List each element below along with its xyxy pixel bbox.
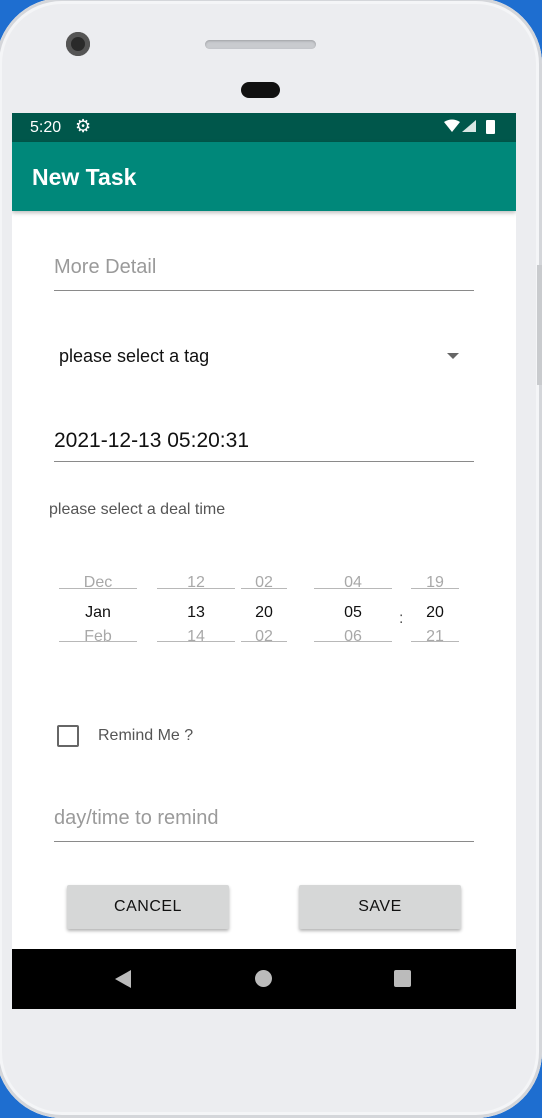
picker-year-current: 20 bbox=[255, 604, 273, 621]
navigation-bar bbox=[12, 949, 516, 1009]
detail-field-container bbox=[54, 256, 474, 291]
detail-input[interactable] bbox=[54, 256, 474, 279]
wifi-icon bbox=[444, 119, 460, 132]
remind-time-input[interactable] bbox=[54, 807, 474, 830]
tag-spinner[interactable]: please select a tag bbox=[54, 337, 474, 377]
proximity-sensor bbox=[241, 82, 280, 98]
picker-minute-current: 20 bbox=[426, 604, 444, 621]
picker-year-column[interactable]: 02 20 02 bbox=[241, 573, 287, 653]
picker-day-current: 13 bbox=[187, 604, 205, 621]
picker-hour-current: 05 bbox=[344, 604, 362, 621]
picker-year-prev[interactable]: 02 bbox=[241, 573, 287, 599]
front-camera bbox=[66, 32, 90, 56]
picker-hour-next[interactable]: 06 bbox=[314, 627, 392, 653]
back-icon[interactable] bbox=[115, 970, 131, 988]
signal-icon bbox=[462, 120, 476, 132]
remind-label[interactable]: Remind Me ? bbox=[98, 727, 193, 745]
picker-month-next[interactable]: Feb bbox=[59, 627, 137, 653]
power-button bbox=[537, 265, 542, 385]
save-button[interactable]: SAVE bbox=[299, 885, 461, 929]
picker-month-column[interactable]: Dec Jan Feb bbox=[59, 573, 137, 653]
earpiece-speaker bbox=[205, 40, 316, 49]
picker-year-next[interactable]: 02 bbox=[241, 627, 287, 653]
picker-hour-column[interactable]: 04 05 06 bbox=[314, 573, 392, 653]
picker-month-prev[interactable]: Dec bbox=[59, 573, 137, 599]
picker-minute-next[interactable]: 21 bbox=[411, 627, 459, 653]
datetime-field[interactable]: 2021-12-13 05:20:31 bbox=[54, 429, 474, 462]
picker-minute-column[interactable]: 19 20 21 bbox=[411, 573, 459, 653]
picker-minute-prev[interactable]: 19 bbox=[411, 573, 459, 599]
cancel-button[interactable]: CANCEL bbox=[67, 885, 229, 929]
screen: 5:20 ⚙ New Task please select a tag 2021… bbox=[12, 113, 516, 1009]
picker-day-next[interactable]: 14 bbox=[157, 627, 235, 653]
deal-time-hint: please select a deal time bbox=[49, 501, 226, 518]
picker-hour-prev[interactable]: 04 bbox=[314, 573, 392, 599]
status-icons bbox=[442, 118, 502, 141]
app-bar: New Task bbox=[12, 142, 516, 211]
remind-field-container bbox=[54, 807, 474, 842]
picker-day-prev[interactable]: 12 bbox=[157, 573, 235, 599]
picker-month-current: Jan bbox=[85, 604, 111, 621]
tag-spinner-value: please select a tag bbox=[59, 346, 210, 366]
home-icon[interactable] bbox=[255, 970, 272, 987]
page-title: New Task bbox=[32, 164, 137, 190]
status-bar: 5:20 ⚙ bbox=[12, 113, 516, 142]
picker-day-column[interactable]: 12 13 14 bbox=[157, 573, 235, 653]
settings-gear-icon: ⚙ bbox=[75, 116, 92, 136]
time-separator: : bbox=[399, 610, 404, 627]
recents-icon[interactable] bbox=[394, 970, 411, 987]
battery-icon bbox=[486, 120, 495, 134]
remind-checkbox[interactable] bbox=[57, 725, 79, 747]
dropdown-arrow-icon bbox=[447, 353, 459, 359]
status-time: 5:20 bbox=[30, 119, 62, 136]
datetime-picker: Dec Jan Feb 12 13 14 02 20 02 04 05 06 :… bbox=[12, 573, 516, 673]
